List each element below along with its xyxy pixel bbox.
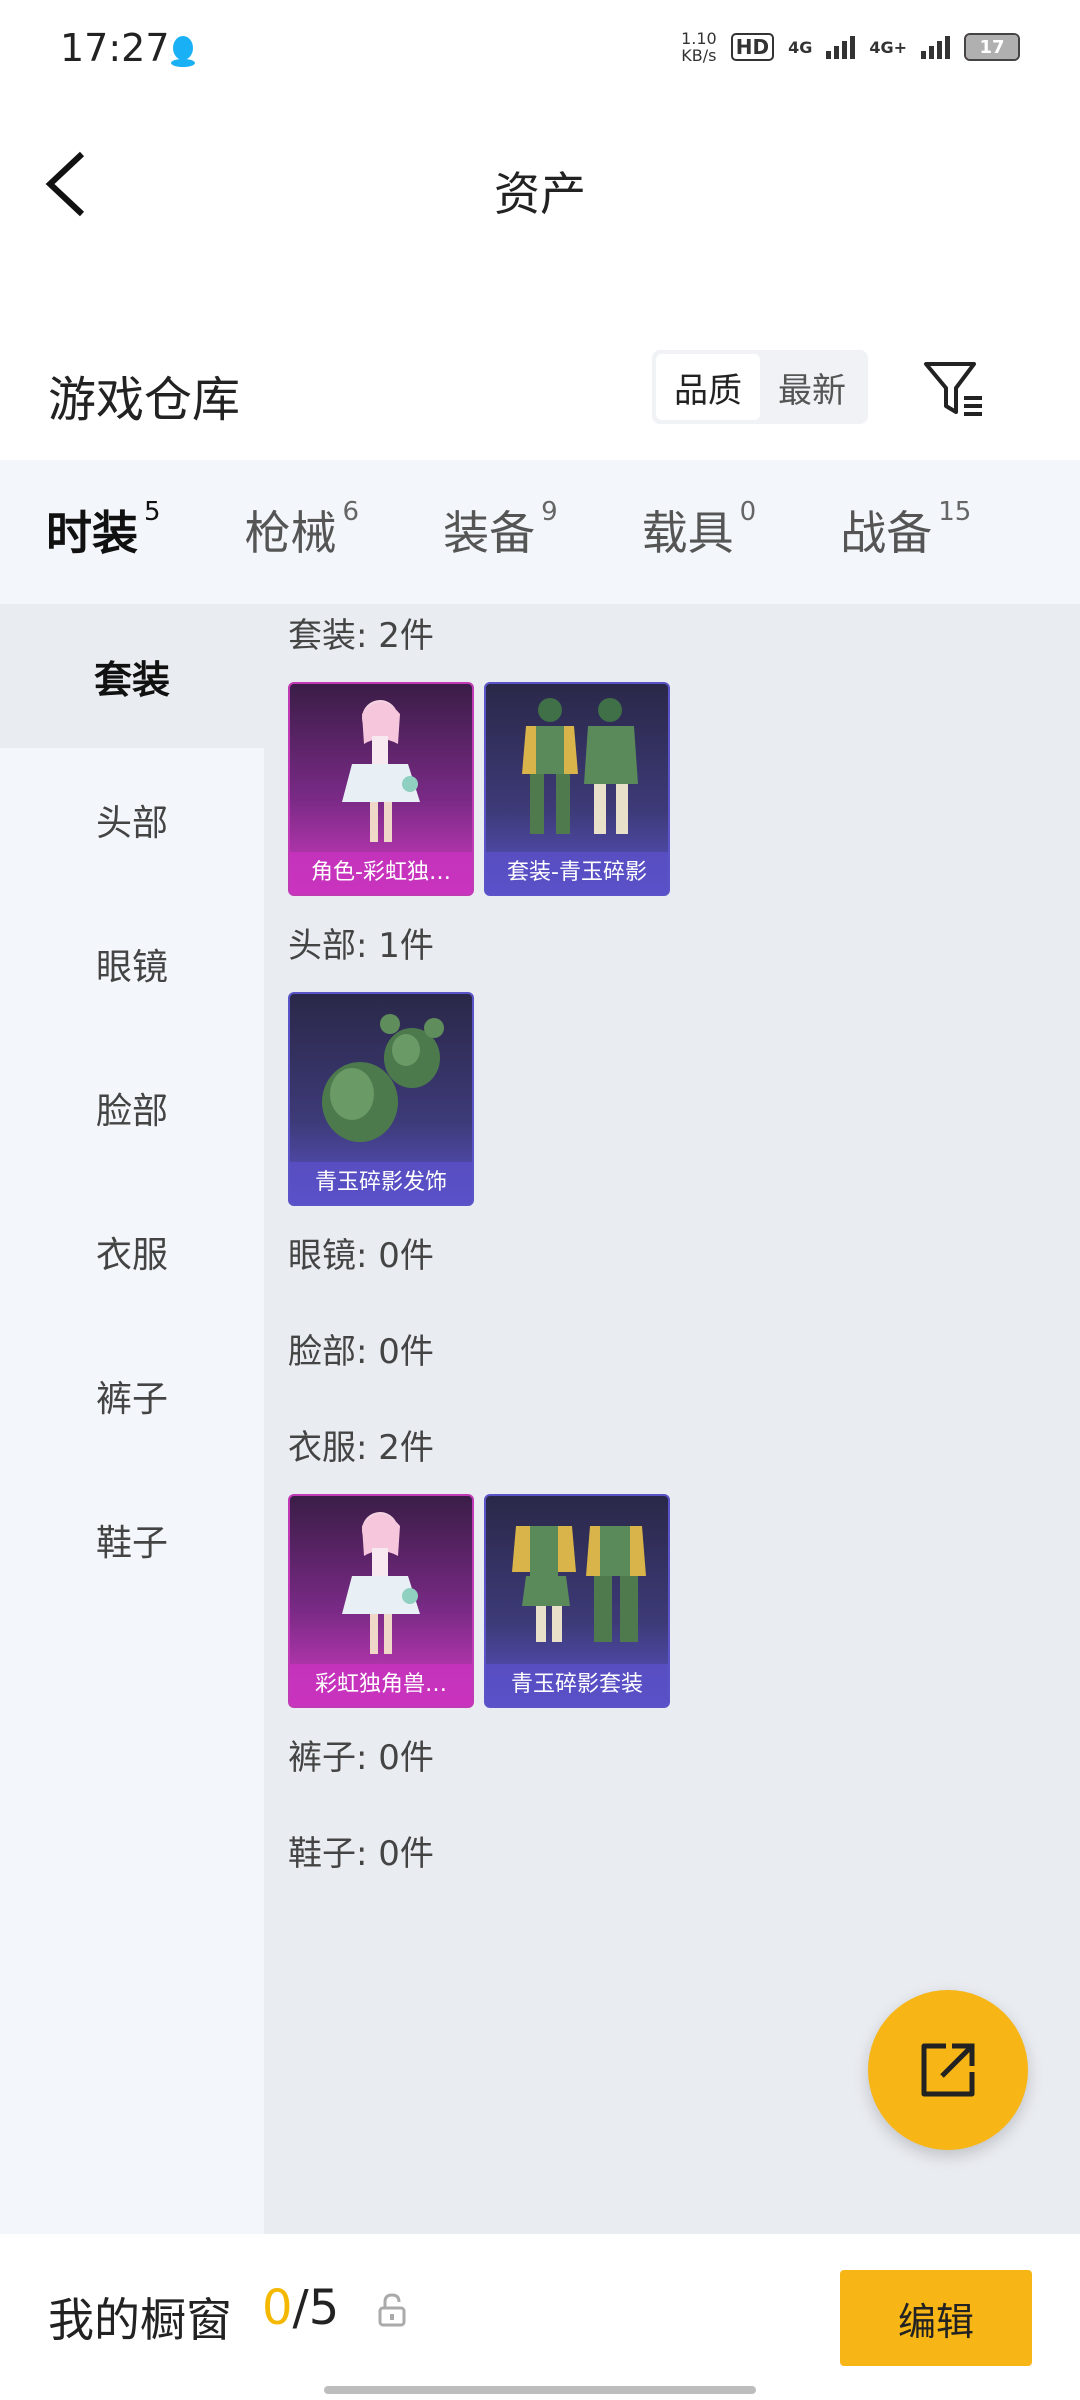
side-item-pants[interactable]: 裤子 xyxy=(0,1324,264,1468)
tab-vehicles[interactable]: 载具 0 xyxy=(642,497,757,567)
battery-icon: 17 xyxy=(964,33,1020,61)
section-title-glasses: 眼镜: 0件 xyxy=(288,1235,434,1276)
section-items-clothes: 彩虹独角兽… 青玉碎影套装 xyxy=(288,1494,1080,1708)
home-indicator[interactable] xyxy=(324,2386,756,2394)
side-item-shoes[interactable]: 鞋子 xyxy=(0,1468,264,1612)
showcase-label: 我的橱窗 xyxy=(48,2293,232,2347)
item-card[interactable]: 青玉碎影发饰 xyxy=(288,992,474,1206)
net-speed: 1.10 KB/s xyxy=(681,29,717,65)
item-card-label: 青玉碎影套装 xyxy=(486,1664,668,1706)
sim2-network-label: 4G+ xyxy=(869,37,907,57)
showcase-count: 0/5 xyxy=(262,2280,340,2336)
hd-icon: HD xyxy=(730,33,775,61)
title-bar: 资产 xyxy=(0,100,1080,270)
status-time: 17:27 xyxy=(60,26,170,70)
section-items-suit: 角色-彩虹独… 套装-青玉碎影 xyxy=(288,682,1080,896)
side-item-face[interactable]: 脸部 xyxy=(0,1036,264,1180)
side-item-head[interactable]: 头部 xyxy=(0,748,264,892)
item-card[interactable]: 彩虹独角兽… xyxy=(288,1494,474,1708)
section-title-head: 头部: 1件 xyxy=(288,925,434,966)
sim2-signal-icon xyxy=(921,35,950,59)
item-card-label: 彩虹独角兽… xyxy=(290,1664,472,1706)
sort-toggle: 品质 最新 xyxy=(652,350,868,424)
warehouse-header: 游戏仓库 品质 最新 xyxy=(0,330,1080,460)
share-export-icon xyxy=(921,2043,975,2097)
section-items-head: 青玉碎影发饰 xyxy=(288,992,1080,1206)
status-icons: 1.10 KB/s HD 4G 4G+ 17 xyxy=(681,30,1020,64)
hair-accessory-icon xyxy=(322,1014,444,1142)
section-title-shoes: 鞋子: 0件 xyxy=(288,1833,434,1874)
section-title-clothes: 衣服: 2件 xyxy=(288,1427,434,1468)
character-figure-icon xyxy=(342,700,420,842)
item-list: 套装: 2件 角色-彩虹独… 套装-青玉碎影 头部: 1件 青玉碎影发饰 眼镜:… xyxy=(264,604,1080,2234)
side-item-clothes[interactable]: 衣服 xyxy=(0,1180,264,1324)
outfit-set-icon xyxy=(522,698,638,834)
lock-icon xyxy=(378,2293,406,2327)
tab-equipment[interactable]: 装备 9 xyxy=(443,497,558,567)
status-bar: 17:27 1.10 KB/s HD 4G 4G+ 17 xyxy=(0,0,1080,100)
section-title-suit: 套装: 2件 xyxy=(288,615,434,656)
item-card[interactable]: 套装-青玉碎影 xyxy=(484,682,670,896)
share-fab-button[interactable] xyxy=(868,1990,1028,2150)
qq-notification-icon xyxy=(171,36,195,67)
section-title-face: 脸部: 0件 xyxy=(288,1331,434,1372)
character-figure-icon xyxy=(342,1512,420,1654)
filter-icon[interactable] xyxy=(920,356,986,422)
page-title: 资产 xyxy=(494,167,586,221)
side-item-glasses[interactable]: 眼镜 xyxy=(0,892,264,1036)
side-item-suit[interactable]: 套装 xyxy=(0,604,264,748)
warehouse-title: 游戏仓库 xyxy=(48,372,241,428)
item-card-label: 套装-青玉碎影 xyxy=(486,852,668,894)
item-card-label: 角色-彩虹独… xyxy=(290,852,472,894)
sort-option-quality[interactable]: 品质 xyxy=(656,354,760,420)
tab-firearms[interactable]: 枪械 6 xyxy=(245,497,360,567)
category-tabs: 时装 5 枪械 6 装备 9 载具 0 战备 15 xyxy=(0,460,1080,612)
sim1-network-label: 4G xyxy=(788,37,813,57)
outfit-set-icon xyxy=(512,1526,646,1642)
side-nav: 套装 头部 眼镜 脸部 衣服 裤子 鞋子 xyxy=(0,604,264,2234)
battery-level: 17 xyxy=(966,35,1018,59)
section-title-pants: 裤子: 0件 xyxy=(288,1737,434,1778)
sort-option-latest[interactable]: 最新 xyxy=(760,354,864,420)
item-card[interactable]: 青玉碎影套装 xyxy=(484,1494,670,1708)
bottom-bar: 我的橱窗 0/5 编辑 xyxy=(0,2234,1080,2400)
edit-button[interactable]: 编辑 xyxy=(840,2270,1032,2366)
item-card-label: 青玉碎影发饰 xyxy=(290,1162,472,1204)
sim1-signal-icon xyxy=(826,35,856,59)
tab-fashion[interactable]: 时装 5 xyxy=(46,497,161,612)
tab-supplies[interactable]: 战备 15 xyxy=(840,497,971,567)
item-card[interactable]: 角色-彩虹独… xyxy=(288,682,474,896)
